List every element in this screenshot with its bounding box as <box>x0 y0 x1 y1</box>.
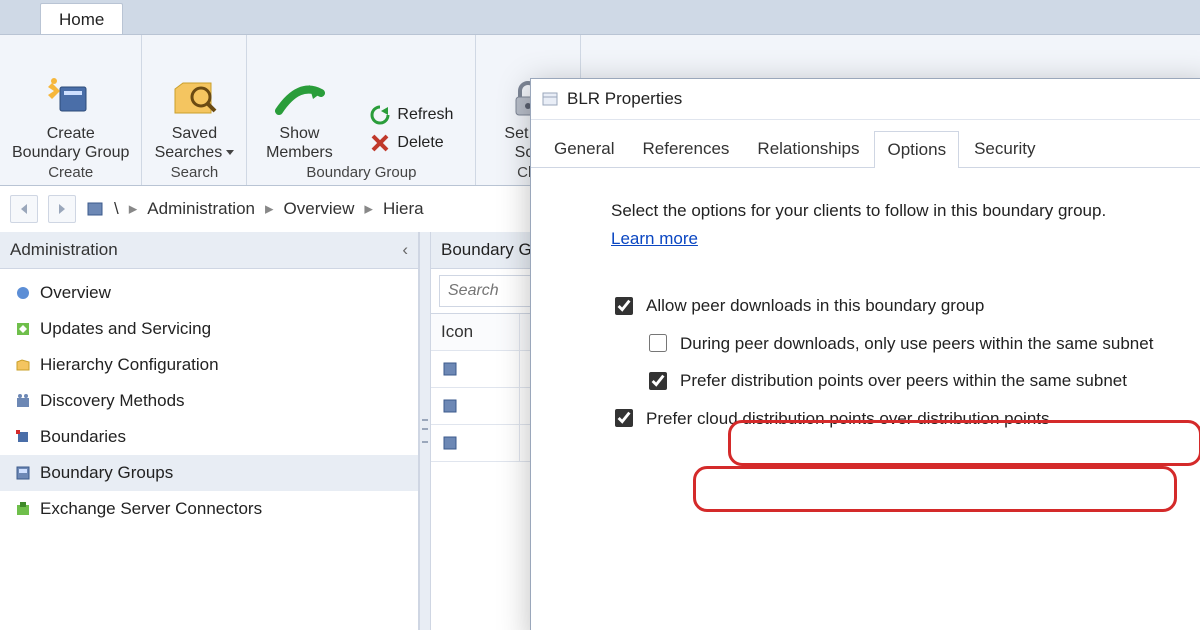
nav-item-icon <box>14 464 32 482</box>
nav-title: Administration <box>10 240 118 260</box>
breadcrumb-root: \ <box>114 199 119 219</box>
nav-item-label: Exchange Server Connectors <box>40 499 262 519</box>
nav-item-label: Overview <box>40 283 111 303</box>
row-icon <box>431 388 520 424</box>
learn-more-link[interactable]: Learn more <box>611 229 698 248</box>
ribbon-group-search: Search <box>171 164 219 181</box>
dialog-intro: Select the options for your clients to f… <box>611 198 1171 224</box>
breadcrumb-item[interactable]: Hiera <box>383 199 424 219</box>
nav-item-icon <box>14 320 32 338</box>
properties-dialog: BLR Properties GeneralReferencesRelation… <box>530 78 1200 630</box>
dialog-tab[interactable]: References <box>629 130 742 167</box>
option-label: During peer downloads, only use peers wi… <box>680 331 1153 357</box>
nav-item-label: Discovery Methods <box>40 391 185 411</box>
label: Boundary Group <box>12 144 129 161</box>
checkbox-input[interactable] <box>615 409 633 427</box>
nav-item-icon <box>14 356 32 374</box>
label: Saved <box>172 125 217 142</box>
splitter[interactable] <box>419 232 431 630</box>
nav-item-label: Updates and Servicing <box>40 319 211 339</box>
label: Members <box>266 144 333 161</box>
nav-item[interactable]: Boundaries <box>0 419 418 455</box>
dialog-tab[interactable]: Security <box>961 130 1048 167</box>
ribbon-group-boundary-group: Boundary Group <box>306 164 416 181</box>
nav-item-icon <box>14 500 32 518</box>
label: Refresh <box>397 106 453 124</box>
checkbox-input[interactable] <box>615 297 633 315</box>
nav-item-label: Boundaries <box>40 427 126 447</box>
row-icon <box>431 425 520 461</box>
nav-item[interactable]: Updates and Servicing <box>0 311 418 347</box>
nav-item-icon <box>14 392 32 410</box>
saved-searches-button[interactable]: Saved Searches <box>154 75 234 162</box>
chevron-right-icon: ▸ <box>265 199 274 219</box>
chevron-right-icon: ▸ <box>364 199 373 219</box>
label: Searches <box>155 144 223 161</box>
nav-item-label: Hierarchy Configuration <box>40 355 219 375</box>
delete-button[interactable]: Delete <box>369 132 453 154</box>
dialog-title: BLR Properties <box>567 89 682 109</box>
label: Delete <box>397 134 443 152</box>
show-members-button[interactable]: Show Members <box>259 75 339 162</box>
row-icon <box>431 351 520 387</box>
back-button[interactable] <box>10 195 38 223</box>
ribbon-tab-home[interactable]: Home <box>40 3 123 34</box>
nav-item[interactable]: Hierarchy Configuration <box>0 347 418 383</box>
label: Create <box>47 125 95 142</box>
nav-item[interactable]: Boundary Groups <box>0 455 418 491</box>
breadcrumb-item[interactable]: Overview <box>284 199 355 219</box>
nav-item-icon <box>14 428 32 446</box>
option-checkbox[interactable]: Prefer cloud distribution points over di… <box>611 400 1171 438</box>
nav-item-icon <box>14 284 32 302</box>
column-icon[interactable]: Icon <box>431 314 520 350</box>
option-checkbox[interactable]: Prefer distribution points over peers wi… <box>645 362 1171 400</box>
nav-item-label: Boundary Groups <box>40 463 173 483</box>
window-icon <box>541 90 559 108</box>
chevron-right-icon: ▸ <box>129 199 138 219</box>
option-label: Allow peer downloads in this boundary gr… <box>646 293 984 319</box>
refresh-button[interactable]: Refresh <box>369 104 453 126</box>
option-label: Prefer cloud distribution points over di… <box>646 406 1050 432</box>
create-boundary-group-button[interactable]: Create Boundary Group <box>12 75 129 162</box>
nav-item[interactable]: Exchange Server Connectors <box>0 491 418 527</box>
checkbox-input[interactable] <box>649 372 667 390</box>
checkbox-input[interactable] <box>649 334 667 352</box>
ribbon-group-create: Create <box>48 164 93 181</box>
nav-header: Administration ‹ <box>0 232 418 269</box>
nav-item[interactable]: Overview <box>0 275 418 311</box>
dialog-tab[interactable]: Relationships <box>744 130 872 167</box>
dialog-tab[interactable]: Options <box>874 131 959 168</box>
collapse-icon[interactable]: ‹ <box>402 240 408 260</box>
nav-item[interactable]: Discovery Methods <box>0 383 418 419</box>
dialog-tab[interactable]: General <box>541 130 627 167</box>
label: Show <box>279 125 319 142</box>
option-label: Prefer distribution points over peers wi… <box>680 368 1127 394</box>
dialog-titlebar: BLR Properties <box>531 79 1200 120</box>
node-icon <box>86 200 104 218</box>
option-checkbox[interactable]: During peer downloads, only use peers wi… <box>645 325 1171 363</box>
nav-tree: Administration ‹ Overview Updates and Ser… <box>0 232 419 630</box>
option-checkbox[interactable]: Allow peer downloads in this boundary gr… <box>611 287 1171 325</box>
breadcrumb-item[interactable]: Administration <box>147 199 255 219</box>
forward-button[interactable] <box>48 195 76 223</box>
